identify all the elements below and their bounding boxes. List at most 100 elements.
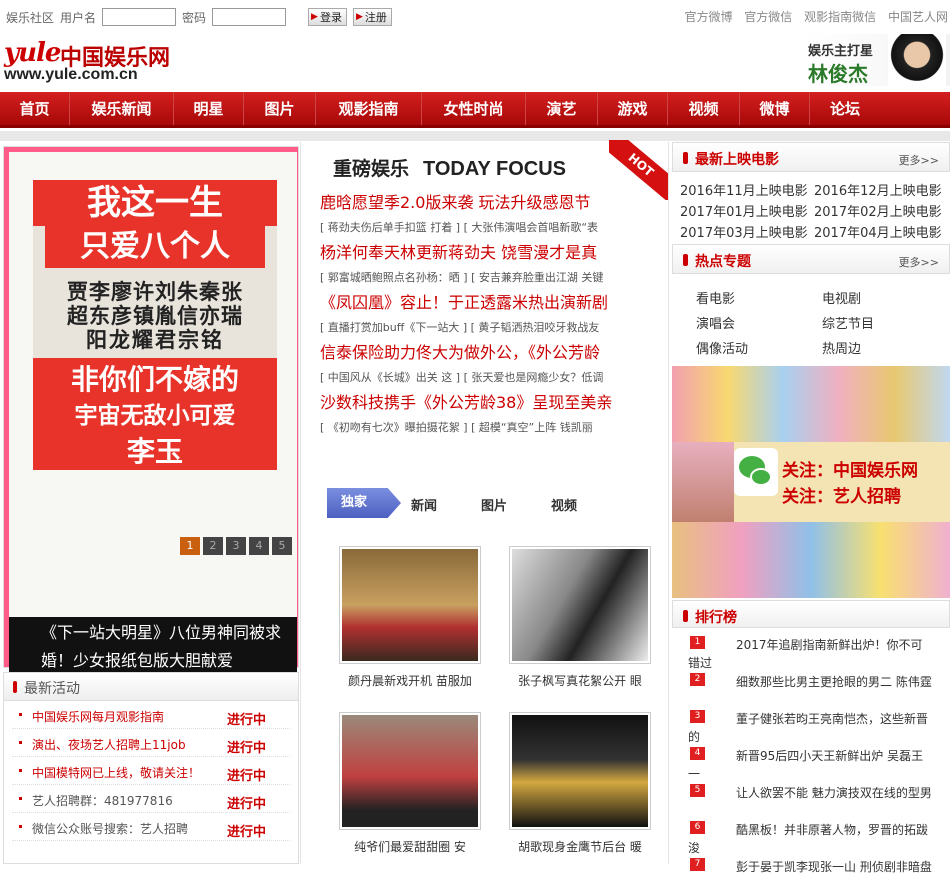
nav-forum[interactable]: 论坛 [810, 92, 880, 125]
photo-caption[interactable]: 张子枫写真花絮公开 眼 [509, 672, 651, 689]
list-item[interactable]: 2017年04月上映电影 [814, 222, 948, 241]
nav-performance[interactable]: 演艺 [526, 92, 598, 125]
photo-card[interactable]: 颜丹晨新戏开机 苗服加 [339, 546, 481, 689]
list-item[interactable]: 2017年03月上映电影 [680, 222, 814, 241]
slide-dot[interactable]: 3 [226, 537, 246, 555]
photo-card[interactable]: 纯爷们最爱甜甜圈 安 [339, 712, 481, 855]
list-item[interactable]: 4 新晋95后四小天王新鲜出炉 吴磊王一 [688, 745, 933, 782]
list-item[interactable]: 艺人招聘群：481977816 进行中 [12, 785, 290, 813]
nav-games[interactable]: 游戏 [598, 92, 668, 125]
subheadline[interactable]: [ 直播打赏加buff《下一站大 ] [ 黄子韬洒热泪咬牙救战友 [320, 316, 660, 340]
photo-thumbnail[interactable] [509, 546, 651, 664]
nav-stars[interactable]: 明星 [174, 92, 244, 125]
list-item[interactable]: 偶像活动 [696, 338, 822, 357]
top-link-weibo[interactable]: 官方微博 [684, 10, 732, 24]
tab-news[interactable]: 新闻 [411, 495, 437, 514]
photo-card[interactable]: 胡歌现身金鹰节后台 暖 [509, 712, 651, 855]
photo-thumbnail[interactable] [509, 712, 651, 830]
nav-pictures[interactable]: 图片 [244, 92, 316, 125]
slide-dot[interactable]: 5 [272, 537, 292, 555]
topics-more-link[interactable]: 更多>> [899, 254, 939, 270]
nav-movie-guide[interactable]: 观影指南 [316, 92, 422, 125]
activity-title: 最新活动 [24, 681, 80, 697]
nav-weibo[interactable]: 微博 [740, 92, 810, 125]
list-item[interactable]: 综艺节目 [822, 313, 948, 332]
content-tabs: 独家 新闻 图片 视频 [327, 488, 647, 518]
subheadline[interactable]: [ 郭富城晒鲍照点名孙杨：晒 ] [ 安吉兼弃脸重出江湖 关键 [320, 266, 660, 290]
photo-caption[interactable]: 颜丹晨新戏开机 苗服加 [339, 672, 481, 689]
headline[interactable]: 杨洋何奉天林更新蒋劲夫 饶雪漫才是真 [320, 240, 660, 266]
headline[interactable]: 《凤囚凰》容止！于正透露米热出演新剧 [320, 290, 660, 316]
list-item[interactable]: 6 酷黑板！并非原著人物，罗晋的拓跋浚 [688, 819, 933, 856]
list-item[interactable]: 中国娱乐网每月观影指南 进行中 [12, 701, 290, 729]
login-button[interactable]: ▶ 登录 [308, 8, 347, 26]
list-item[interactable]: 2 细数那些比男主更抢眼的男二 陈伟霆 [688, 671, 933, 708]
tab-video[interactable]: 视频 [551, 495, 577, 514]
top-link-wechat[interactable]: 官方微信 [744, 10, 792, 24]
movies-list: 2016年11月上映电影 2016年12月上映电影 2017年01月上映电影 2… [672, 172, 950, 241]
arrow-icon: ▶ [311, 12, 318, 22]
register-button[interactable]: ▶ 注册 [352, 8, 392, 26]
list-item[interactable]: 5 让人欲罢不能 魅力演技双在线的型男 [688, 782, 933, 819]
nav-video[interactable]: 视频 [668, 92, 740, 125]
ranking-title: 排行榜 [695, 610, 737, 626]
headline[interactable]: 沙数科技携手《外公芳龄38》呈现至美亲 [320, 390, 660, 416]
username-input[interactable] [102, 8, 177, 26]
promo-line2: 关注：艺人招聘 [782, 487, 901, 507]
list-item[interactable]: 2016年11月上映电影 [680, 180, 814, 199]
list-item[interactable]: 2017年02月上映电影 [814, 201, 948, 220]
photo-caption[interactable]: 胡歌现身金鹰节后台 暖 [509, 838, 651, 855]
photo-caption[interactable]: 纯爷们最爱甜甜圈 安 [339, 838, 481, 855]
movies-more-link[interactable]: 更多>> [899, 152, 939, 168]
wechat-promo[interactable]: 关注：中国娱乐网 关注：艺人招聘 [672, 366, 950, 598]
list-item[interactable]: 演出、夜场艺人招聘上11job 进行中 [12, 729, 290, 757]
list-item[interactable]: 电视剧 [822, 288, 948, 307]
wechat-icon [734, 448, 778, 496]
photo-card[interactable]: 张子枫写真花絮公开 眼 [509, 546, 651, 689]
nav-home[interactable]: 首页 [0, 92, 70, 125]
news-block: 鹿晗愿望季2.0版来袭 玩法升级感恩节 [ 蒋劲夫伤后单手扣篮 打着 ] [ 大… [320, 190, 660, 440]
photo-thumbnail[interactable] [339, 546, 481, 664]
headline[interactable]: 鹿晗愿望季2.0版来袭 玩法升级感恩节 [320, 190, 660, 216]
top-link-guide-wechat[interactable]: 观影指南微信 [804, 10, 876, 24]
list-item[interactable]: 2016年12月上映电影 [814, 180, 948, 199]
list-item[interactable]: 中国模特网已上线，敬请关注！ 进行中 [12, 757, 290, 785]
tab-exclusive[interactable]: 独家 [327, 488, 401, 518]
nav-fashion[interactable]: 女性时尚 [422, 92, 526, 125]
focus-title: 重磅娱乐 TODAY FOCUS [333, 158, 567, 180]
top-links: 官方微博 官方微信 观影指南微信 中国艺人网 [676, 8, 948, 25]
activity-header: 最新活动 [4, 673, 298, 701]
slide-dot[interactable]: 2 [203, 537, 223, 555]
movies-title: 最新上映电影 [695, 152, 779, 168]
topics-list: 看电影 电视剧 演唱会 综艺节目 偶像活动 热周边 [672, 274, 948, 357]
star-banner[interactable]: 娱乐主打星 林俊杰 [806, 34, 950, 86]
site-logo[interactable]: yule 中国娱乐网 www.yule.com.cn [4, 38, 174, 86]
topics-header: 热点专题 更多>> [672, 244, 950, 274]
headline[interactable]: 信泰保险助力佟大为做外公，《外公芳龄 [320, 340, 660, 366]
section-marker-icon [13, 681, 17, 693]
photo-thumbnail[interactable] [339, 712, 481, 830]
tab-pictures[interactable]: 图片 [481, 495, 507, 514]
headline-slider[interactable]: 我这一生 只爱八个人 贾李廖许刘朱秦张 超东彦镇胤信亦瑞 阳龙耀君宗铭 非你们不… [3, 146, 299, 675]
top-link-artist[interactable]: 中国艺人网 [888, 10, 948, 24]
nav-news[interactable]: 娱乐新闻 [70, 92, 174, 125]
list-item[interactable]: 微信公众账号搜索：艺人招聘 进行中 [12, 813, 290, 841]
list-item[interactable]: 2017年01月上映电影 [680, 201, 814, 220]
list-item[interactable]: 7 彭于晏于凯李现张一山 刑侦剧非暗盘 [688, 856, 933, 893]
password-input[interactable] [212, 8, 287, 26]
slide-caption[interactable]: 《下一站大明星》八位男神同被求婚！少女报纸包版大胆献爱 [9, 617, 297, 675]
community-link[interactable]: 娱乐社区 [6, 9, 54, 26]
subheadline[interactable]: [ 《初吻有七次》曝拍摄花絮 ] [ 超模“真空”上阵 钱凯丽 [320, 416, 660, 440]
list-item[interactable]: 演唱会 [696, 313, 822, 332]
subheadline[interactable]: [ 中国风从《长城》出关 这 ] [ 张天爱也是网瘾少女？低调 [320, 366, 660, 390]
newspaper-poster: 我这一生 只爱八个人 贾李廖许刘朱秦张 超东彦镇胤信亦瑞 阳龙耀君宗铭 非你们不… [33, 180, 277, 470]
subheadline[interactable]: [ 蒋劲夫伤后单手扣篮 打着 ] [ 大张伟演唱会首唱新歌“表 [320, 216, 660, 240]
list-item[interactable]: 看电影 [696, 288, 822, 307]
list-item[interactable]: 热周边 [822, 338, 948, 357]
main-nav: 首页 娱乐新闻 明星 图片 观影指南 女性时尚 演艺 游戏 视频 微博 论坛 [0, 92, 950, 128]
slide-dot[interactable]: 4 [249, 537, 269, 555]
list-item[interactable]: 3 董子健张若昀王亮南恺杰，这些新晋的 [688, 708, 933, 745]
slide-dot[interactable]: 1 [180, 537, 200, 555]
password-label: 密码 [182, 10, 207, 25]
list-item[interactable]: 1 2017年追剧指南新鲜出炉！你不可错过 [688, 634, 933, 671]
